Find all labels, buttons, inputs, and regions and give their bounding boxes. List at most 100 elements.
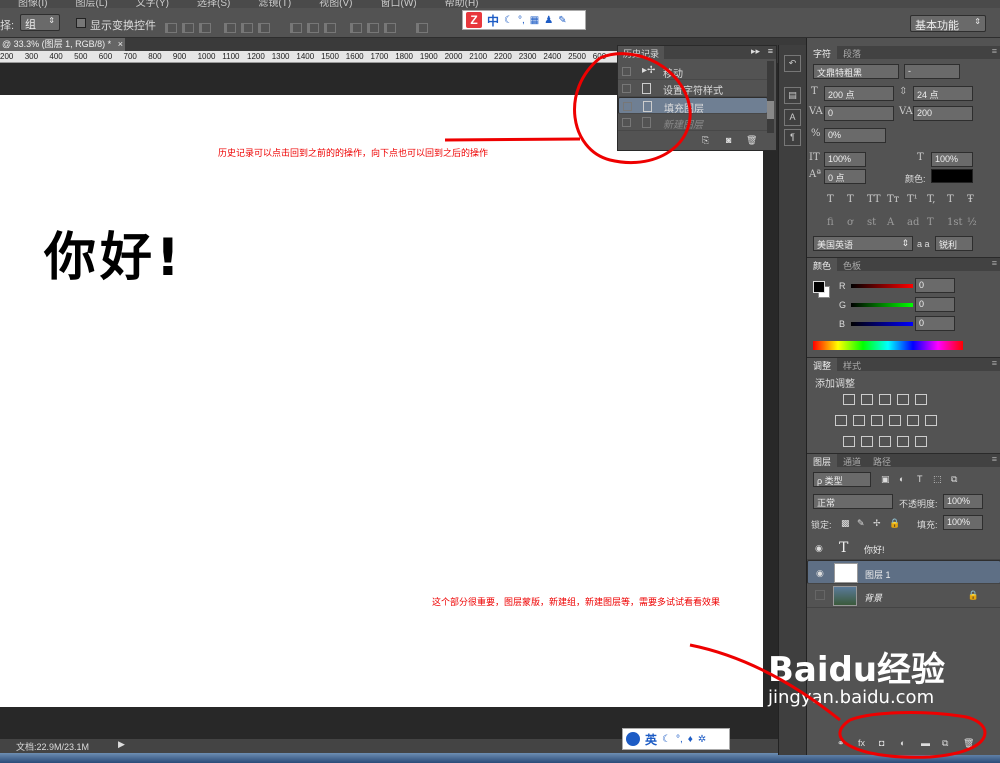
levels-icon[interactable] xyxy=(861,394,873,405)
gear-icon[interactable]: ✲ xyxy=(698,734,706,745)
trash-icon[interactable]: 🗑 xyxy=(963,738,974,749)
exposure-icon[interactable] xyxy=(897,394,909,405)
fx-icon[interactable]: fx xyxy=(858,738,865,748)
document-canvas[interactable] xyxy=(0,95,763,707)
properties-panel-icon[interactable]: ▤ xyxy=(784,87,801,104)
threshold-icon[interactable] xyxy=(879,436,891,447)
align-left-icon[interactable] xyxy=(165,23,177,33)
posterize-icon[interactable] xyxy=(861,436,873,447)
filter-shape-icon[interactable]: ⬚ xyxy=(933,474,942,485)
text-style-button[interactable]: Ŧ xyxy=(967,194,974,205)
vertical-scale-field[interactable]: 100% xyxy=(824,152,866,167)
tab-paragraph[interactable]: 段落 xyxy=(837,46,867,59)
wrench-icon[interactable]: ✎ xyxy=(558,15,566,26)
menu-item[interactable]: 文字(Y) xyxy=(136,0,169,8)
history-panel-icon[interactable]: ↶ xyxy=(784,55,801,72)
visibility-toggle-off[interactable] xyxy=(815,590,825,600)
visibility-eye-icon[interactable]: ◉ xyxy=(815,543,823,554)
fill-field[interactable]: 100% xyxy=(943,515,983,530)
layer-row-selected[interactable]: ◉ 图层 1 xyxy=(807,560,1000,584)
color-balance-icon[interactable] xyxy=(853,415,865,426)
punctuation-icon[interactable]: °, xyxy=(518,15,525,26)
tracking-field[interactable]: 200 xyxy=(913,106,973,121)
ime-toolbar[interactable]: Z 中 ☾ °, ▦ ♟ ✎ xyxy=(462,10,586,30)
photo-filter-icon[interactable] xyxy=(889,415,901,426)
ime-language[interactable]: 中 xyxy=(487,12,499,29)
text-style-button[interactable]: T xyxy=(847,194,854,205)
selective-color-icon[interactable] xyxy=(897,436,909,447)
ime-toolbar-bottom[interactable]: 英 ☾ °, ♦ ✲ xyxy=(622,728,730,750)
text-style-button[interactable]: T, xyxy=(927,194,935,205)
opentype-feature-button[interactable]: st xyxy=(867,217,876,228)
opentype-feature-button[interactable]: ½ xyxy=(967,217,977,228)
font-style-select[interactable]: - xyxy=(904,64,960,79)
blend-mode-select[interactable]: 正常 xyxy=(813,494,893,509)
vibrance-icon[interactable] xyxy=(915,394,927,405)
history-snapshot-box[interactable] xyxy=(622,118,631,127)
color-spectrum-ramp[interactable] xyxy=(813,341,963,350)
lock-pixels-icon[interactable]: ✎ xyxy=(857,518,865,529)
close-icon[interactable]: × xyxy=(118,39,123,49)
history-item[interactable]: 设置字符样式 xyxy=(618,80,768,97)
layer-name[interactable]: 你好! xyxy=(864,543,885,556)
horizontal-scale-field[interactable]: 100% xyxy=(931,152,973,167)
tab-channels[interactable]: 通道 xyxy=(837,454,867,467)
tab-paths[interactable]: 路径 xyxy=(867,454,897,467)
green-slider[interactable] xyxy=(851,303,913,307)
menu-item[interactable]: 选择(S) xyxy=(197,0,230,8)
baseline-shift-field[interactable]: 0 点 xyxy=(824,169,866,184)
canvas-text-layer[interactable]: 你好! xyxy=(44,215,184,290)
tsume-field[interactable]: 0% xyxy=(824,128,886,143)
new-layer-icon[interactable]: ⧉ xyxy=(942,738,948,749)
opentype-feature-button[interactable]: ơ xyxy=(847,217,853,228)
curves-icon[interactable] xyxy=(879,394,891,405)
adjustment-icon[interactable]: ◐ xyxy=(900,738,905,748)
moon-icon[interactable]: ☾ xyxy=(662,734,671,745)
tab-character[interactable]: 字符 xyxy=(807,46,838,59)
lock-position-icon[interactable]: ✢ xyxy=(873,518,881,529)
user-icon[interactable]: ♟ xyxy=(544,15,553,26)
text-style-button[interactable]: Tт xyxy=(887,194,899,205)
panel-menu-icon[interactable]: ≡ xyxy=(992,258,997,268)
filter-smart-object-icon[interactable]: ⧉ xyxy=(951,474,957,485)
menu-item[interactable]: 视图(V) xyxy=(319,0,352,8)
blue-slider[interactable] xyxy=(851,322,913,326)
keyboard-icon[interactable]: ▦ xyxy=(530,15,539,26)
tab-color[interactable]: 颜色 xyxy=(807,258,838,271)
new-document-from-state-icon[interactable]: ⎘ xyxy=(702,135,709,146)
filter-adjustment-icon[interactable]: ◐ xyxy=(899,474,904,484)
opentype-feature-button[interactable]: fi xyxy=(827,217,834,228)
language-select[interactable]: 美国英语 ⇕ xyxy=(813,236,913,251)
blue-value-field[interactable]: 0 xyxy=(915,316,955,331)
panel-menu-icon[interactable]: ≡ xyxy=(992,454,997,464)
trash-icon[interactable]: 🗑 xyxy=(746,135,757,146)
distribute-right-icon[interactable] xyxy=(384,23,396,33)
invert-icon[interactable] xyxy=(843,436,855,447)
hue-saturation-icon[interactable] xyxy=(835,415,847,426)
layer-name[interactable]: 背景 xyxy=(864,591,882,604)
group-icon[interactable]: ▬ xyxy=(921,738,930,748)
menu-item[interactable]: 帮助(H) xyxy=(445,0,479,8)
layer-filter-select[interactable]: ρ 类型 xyxy=(813,472,871,487)
layer-row[interactable]: ◉ T 你好! xyxy=(807,536,1000,560)
visibility-eye-icon[interactable]: ◉ xyxy=(816,568,824,579)
filter-pixel-icon[interactable]: ▣ xyxy=(881,474,890,485)
mask-icon[interactable]: ◘ xyxy=(879,738,884,748)
foreground-color-swatch[interactable] xyxy=(813,281,825,293)
brightness-icon[interactable] xyxy=(843,394,855,405)
panel-menu-icon[interactable]: ≡ xyxy=(992,358,997,368)
character-panel-icon[interactable]: A xyxy=(784,109,801,126)
lock-all-icon[interactable]: 🔒 xyxy=(889,518,900,529)
tab-swatches[interactable]: 色板 xyxy=(837,258,867,271)
tab-styles[interactable]: 样式 xyxy=(837,358,867,371)
moon-icon[interactable]: ☾ xyxy=(504,15,513,26)
opentype-feature-button[interactable]: A xyxy=(887,217,894,228)
history-scrollbar[interactable] xyxy=(767,61,774,133)
align-right-icon[interactable] xyxy=(199,23,211,33)
leading-field[interactable]: 24 点 xyxy=(913,86,973,101)
history-item[interactable]: ▸✢ 移动 xyxy=(618,63,768,80)
distribute-hcenter-icon[interactable] xyxy=(367,23,379,33)
text-style-button[interactable]: T xyxy=(827,194,834,205)
align-center-icon[interactable] xyxy=(182,23,194,33)
opentype-feature-button[interactable]: 1st xyxy=(947,217,963,228)
